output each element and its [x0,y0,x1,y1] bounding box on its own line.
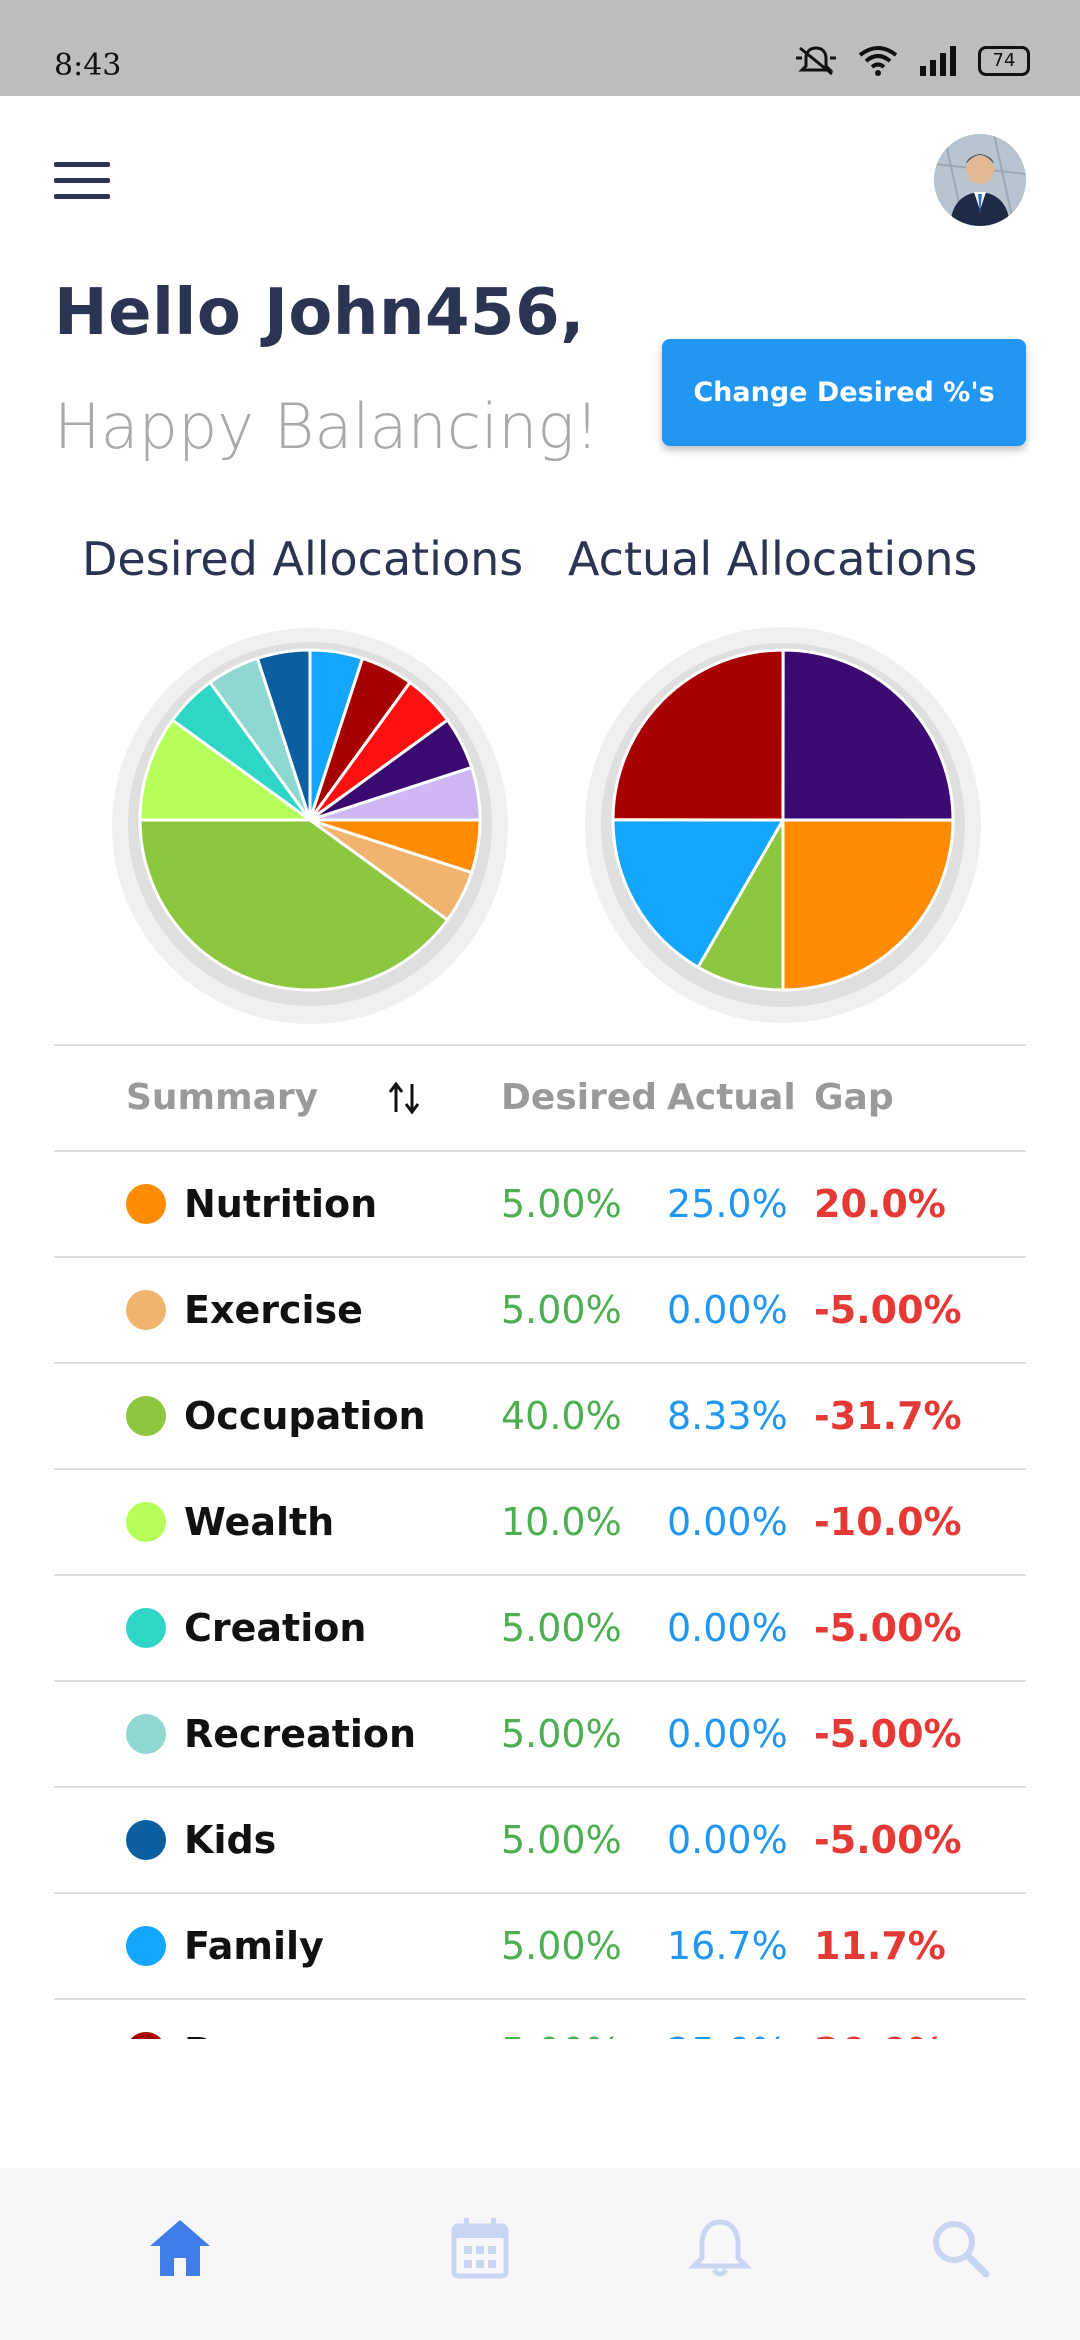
actual-value: 25.0% [667,1182,788,1226]
category-name: Exercise [184,1288,363,1332]
category-name: Kids [184,1818,277,1862]
category-color-dot [126,1714,166,1754]
gap-value: -10.0% [814,1500,962,1544]
gap-header: Gap [814,1077,894,1118]
gap-value: -5.00% [814,1818,962,1862]
bell-icon[interactable] [684,2212,756,2284]
category-name: Wealth [184,1500,335,1544]
calendar-icon[interactable] [444,2212,516,2284]
desired-value: 5.00% [501,1606,622,1650]
greeting-title: Hello John456, [54,276,585,350]
category-color-dot [126,1184,166,1224]
status-bar: 8:43 74 [0,0,1080,96]
home-icon[interactable] [144,2212,216,2284]
table-row[interactable]: Kids 5.00% 0.00% -5.00% [54,1786,1026,1892]
sort-icon[interactable] [384,1078,424,1118]
actual-value: 16.7% [667,1924,788,1968]
category-name: Occupation [184,1394,426,1438]
table-row[interactable]: Family 5.00% 16.7% 11.7% [54,1892,1026,1998]
actual-value: 0.00% [667,1606,788,1650]
category-color-dot [126,2032,166,2039]
actual-value: 0.00% [667,1712,788,1756]
pie-slice-nutrition [781,818,955,992]
desired-header: Desired [501,1077,658,1118]
status-icons: 74 [794,44,1030,78]
menu-icon[interactable] [54,160,112,202]
actual-value: 0.00% [667,1500,788,1544]
desired-value: 10.0% [501,1500,622,1544]
desired-pie-svg [112,628,508,1024]
table-row[interactable]: Exercise 5.00% 0.00% -5.00% [54,1256,1026,1362]
actual-pie-svg [585,627,981,1023]
desired-value: 5.00% [501,1182,622,1226]
category-name: Family [184,1924,324,1968]
category-name: Creation [184,1606,367,1650]
actual-pie-chart [583,620,983,1023]
actual-value: 25.0% [667,2000,788,2039]
search-icon[interactable] [924,2212,996,2284]
wifi-icon [858,46,898,76]
desired-chart-title: Desired Allocations [82,532,524,586]
category-color-dot [126,1290,166,1330]
table-header-row: Summary Desired Actual Gap [54,1044,1026,1150]
gap-value: 20.0% [814,2000,946,2039]
gap-value: -5.00% [814,1712,962,1756]
category-color-dot [126,1396,166,1436]
actual-value: 8.33% [667,1394,788,1438]
category-name: Nutrition [184,1182,378,1226]
category-color-dot [126,1502,166,1542]
actual-value: 0.00% [667,1288,788,1332]
category-color-dot [126,1820,166,1860]
signal-icon [920,46,956,76]
bottom-nav [0,2168,1080,2340]
pie-slice-slice-a [781,648,955,822]
table-row[interactable]: Nutrition 5.00% 25.0% 20.0% [54,1150,1026,1256]
change-desired-button[interactable]: Change Desired %'s [662,339,1026,446]
gap-value: -31.7% [814,1394,962,1438]
battery-indicator: 74 [978,46,1030,76]
table-row[interactable]: Creation 5.00% 0.00% -5.00% [54,1574,1026,1680]
gap-value: -5.00% [814,1288,962,1332]
table-row[interactable]: Recreation 5.00% 0.00% -5.00% [54,1680,1026,1786]
desired-value: 5.00% [501,1712,622,1756]
mute-icon [796,46,836,76]
category-color-dot [126,1608,166,1648]
desired-value: 5.00% [501,2000,622,2039]
gap-value: 11.7% [814,1924,946,1968]
gap-value: -5.00% [814,1606,962,1650]
table-row[interactable]: Romance 5.00% 25.0% 20.0% [54,1998,1026,2039]
actual-chart-title: Actual Allocations [568,532,978,586]
status-time: 8:43 [54,48,122,83]
actual-value: 0.00% [667,1818,788,1862]
category-name: Romance [184,2000,380,2039]
category-color-dot [126,1926,166,1966]
avatar[interactable] [934,134,1026,226]
actual-header: Actual [667,1077,796,1118]
category-name: Recreation [184,1712,417,1756]
desired-pie-chart [110,620,510,1024]
gap-value: 20.0% [814,1182,946,1226]
desired-value: 40.0% [501,1394,622,1438]
pie-slice-romance [611,648,785,822]
desired-value: 5.00% [501,1818,622,1862]
summary-header: Summary [126,1077,319,1118]
summary-table: Summary Desired Actual Gap Nutrition 5.0… [54,1044,1026,2039]
table-row[interactable]: Wealth 10.0% 0.00% -10.0% [54,1468,1026,1574]
desired-value: 5.00% [501,1288,622,1332]
table-row[interactable]: Occupation 40.0% 8.33% -31.7% [54,1362,1026,1468]
desired-value: 5.00% [501,1924,622,1968]
greeting-subtitle: Happy Balancing! [54,390,600,463]
